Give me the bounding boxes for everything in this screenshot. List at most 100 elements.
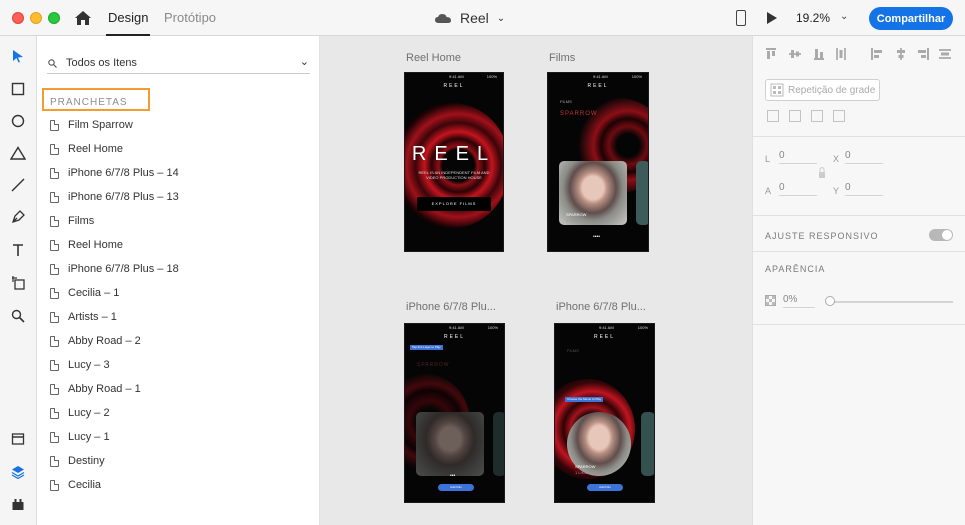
opacity-slider-thumb[interactable] — [825, 296, 835, 306]
line-icon[interactable] — [9, 176, 27, 194]
layer-item[interactable]: Destiny — [37, 449, 320, 473]
tool-bar — [0, 36, 37, 525]
layer-item[interactable]: Artists – 1 — [37, 305, 320, 329]
layer-label: Abby Road – 2 — [68, 335, 141, 347]
layer-label: Reel Home — [68, 239, 124, 251]
status-time: 9:41 AM — [449, 325, 464, 330]
layer-item[interactable]: Abby Road – 2 — [37, 329, 320, 353]
status-bar: 9:41 AM 100% — [555, 324, 654, 331]
layer-item[interactable]: Reel Home — [37, 137, 320, 161]
card-title: SPARROW — [566, 212, 587, 217]
appearance-heading: APARÊNCIA — [765, 264, 826, 274]
artboard-title[interactable]: iPhone 6/7/8 Plu... — [556, 301, 646, 313]
close-window-button[interactable] — [12, 12, 24, 24]
lock-ratio-icon[interactable] — [818, 166, 826, 180]
select-icon[interactable] — [9, 47, 27, 65]
artboard-icon[interactable] — [9, 274, 27, 292]
artboard-iphone-choose[interactable]: 9:41 AM 100% REEL FILMS Choose the Movie … — [554, 323, 655, 503]
title-bar: Design Protótipo Reel ⌄ 19.2% ⌄ Comparti… — [0, 0, 965, 36]
add-film-button: Add Film — [587, 484, 623, 491]
distribute-vertical-icon[interactable] — [835, 48, 847, 60]
y-field[interactable]: 0 — [845, 182, 883, 196]
tab-design[interactable]: Design — [105, 10, 151, 36]
width-field[interactable]: 0 — [779, 150, 817, 164]
ellipse-icon[interactable] — [9, 112, 27, 130]
card-meta: 1 LIKE — [566, 218, 579, 223]
assets-icon[interactable] — [9, 430, 27, 448]
nav-logo: REEL — [587, 83, 609, 89]
document-title-dropdown[interactable]: Reel ⌄ — [434, 9, 505, 27]
artboard-title[interactable]: iPhone 6/7/8 Plu... — [406, 301, 496, 313]
layer-filter-dropdown[interactable]: Todos os Itens ⌄ — [47, 52, 310, 74]
repeat-grid-icon — [770, 83, 784, 97]
layers-icon[interactable] — [9, 463, 27, 481]
height-field[interactable]: 0 — [779, 182, 817, 196]
x-field[interactable]: 0 — [845, 150, 883, 164]
layer-item[interactable]: Lucy – 3 — [37, 353, 320, 377]
pen-icon[interactable] — [9, 208, 27, 226]
nav-logo: REEL — [443, 83, 465, 89]
text-icon[interactable] — [9, 241, 27, 259]
align-middle-icon[interactable] — [789, 48, 801, 60]
zoom-chevron-down-icon[interactable]: ⌄ — [840, 11, 848, 22]
layer-item[interactable]: Cecilia – 1 — [37, 281, 320, 305]
zoom-icon[interactable] — [9, 307, 27, 325]
status-bar: 9:41 AM 100% — [405, 324, 504, 331]
zoom-level[interactable]: 19.2% — [796, 11, 830, 25]
layer-label: Film Sparrow — [68, 119, 133, 131]
align-center-icon[interactable] — [895, 48, 907, 60]
artboards-section-heading[interactable]: PRANCHETAS — [42, 88, 150, 111]
artboard-layer-icon — [50, 167, 59, 179]
layer-item[interactable]: Lucy – 2 — [37, 401, 320, 425]
layer-item[interactable]: iPhone 6/7/8 Plus – 14 — [37, 161, 320, 185]
opacity-field[interactable]: 0% — [783, 294, 815, 308]
layer-item[interactable]: Film Sparrow — [37, 113, 320, 137]
artboard-title[interactable]: Reel Home — [406, 52, 461, 64]
card-meta: 1 LIKE — [575, 470, 588, 475]
play-icon[interactable] — [767, 12, 777, 24]
tab-prototype[interactable]: Protótipo — [164, 10, 216, 25]
align-right-icon[interactable] — [917, 48, 929, 60]
boolean-intersect-icon[interactable] — [811, 110, 823, 122]
artboard-films[interactable]: 9:41 AM 100% REEL FILMS SPARROW SPARROW 1… — [547, 72, 649, 252]
align-top-icon[interactable] — [765, 48, 777, 60]
polygon-icon[interactable] — [9, 144, 27, 162]
distribute-horizontal-icon[interactable] — [939, 48, 951, 60]
zoom-window-button[interactable] — [48, 12, 60, 24]
overlay-hint: Choose the Movie to Play — [565, 397, 604, 402]
responsive-resize-toggle[interactable] — [929, 229, 953, 241]
layer-label: Cecilia – 1 — [68, 287, 120, 299]
artboard-layer-icon — [50, 431, 59, 443]
artboard-iphone-overlay[interactable]: 9:41 AM 100% REEL Tap this Layer to Play … — [404, 323, 505, 503]
layer-item[interactable]: iPhone 6/7/8 Plus – 13 — [37, 185, 320, 209]
layer-item[interactable]: Films — [37, 209, 320, 233]
align-bottom-icon[interactable] — [813, 48, 825, 60]
artboard-title[interactable]: Films — [549, 52, 575, 64]
share-button[interactable]: Compartilhar — [869, 7, 953, 30]
opacity-slider-track[interactable] — [829, 301, 953, 303]
artboard-layer-icon — [50, 335, 59, 347]
boolean-add-icon[interactable] — [767, 110, 779, 122]
rectangle-icon[interactable] — [9, 80, 27, 98]
device-preview-icon[interactable] — [736, 10, 746, 26]
boolean-subtract-icon[interactable] — [789, 110, 801, 122]
minimize-window-button[interactable] — [30, 12, 42, 24]
status-battery: 100% — [637, 325, 648, 330]
repeat-grid-button[interactable]: Repetição de grade — [765, 79, 880, 101]
align-left-icon[interactable] — [871, 48, 883, 60]
home-icon[interactable] — [74, 10, 92, 26]
layer-item[interactable]: iPhone 6/7/8 Plus – 18 — [37, 257, 320, 281]
next-card-image — [636, 161, 648, 225]
layer-item[interactable]: Abby Road – 1 — [37, 377, 320, 401]
layer-item[interactable]: Lucy – 1 — [37, 425, 320, 449]
opacity-icon — [765, 295, 776, 306]
artboard-reel-home[interactable]: 9:41 AM 100% REEL REEL REEL IS AN INDEPEN… — [404, 72, 504, 252]
layer-item[interactable]: Reel Home — [37, 233, 320, 257]
status-bar: 9:41 AM 100% — [548, 73, 648, 80]
boolean-exclude-icon[interactable] — [833, 110, 845, 122]
artboard-layer-icon — [50, 119, 59, 131]
plugins-icon[interactable] — [9, 495, 27, 513]
layer-item[interactable]: Cecilia — [37, 473, 320, 497]
design-canvas[interactable]: Reel Home 9:41 AM 100% REEL REEL REEL IS … — [320, 36, 752, 525]
status-bar: 9:41 AM 100% — [405, 73, 503, 80]
